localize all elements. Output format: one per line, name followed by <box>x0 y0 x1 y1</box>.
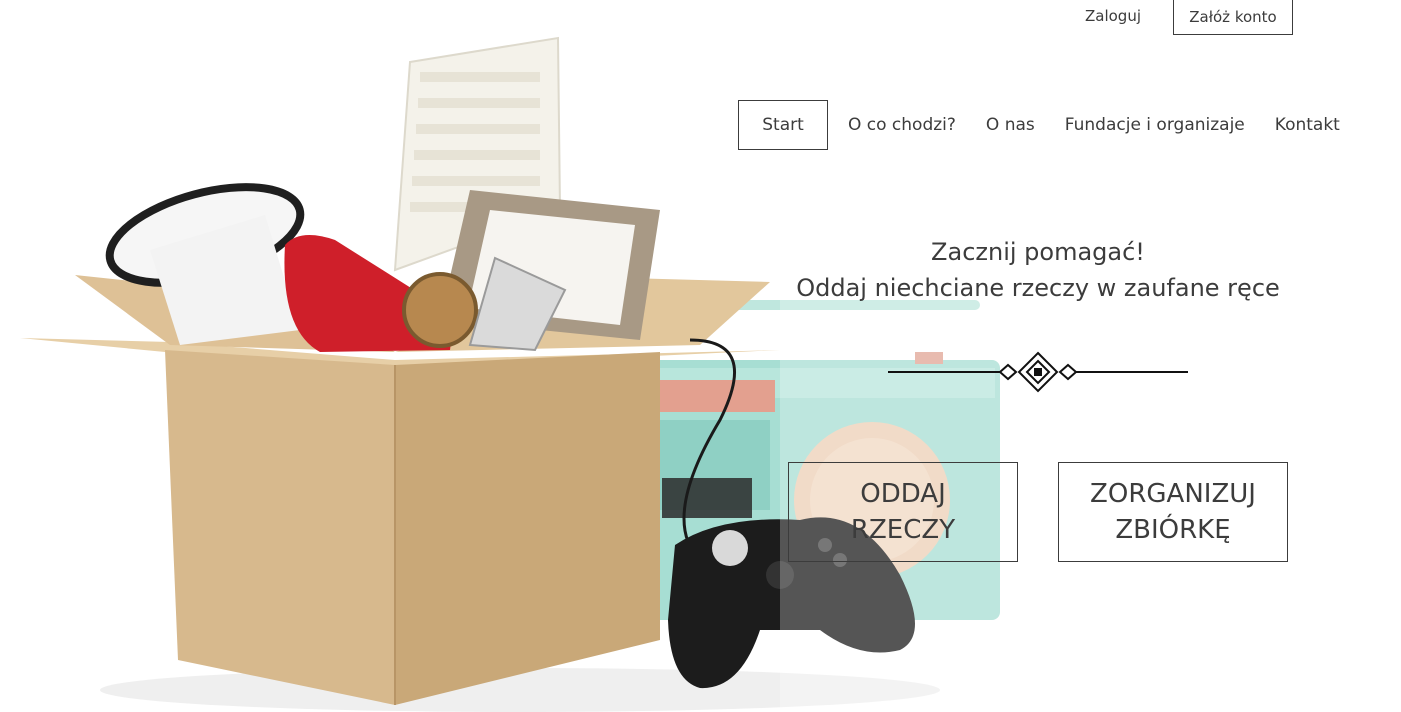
nav-item-about-us[interactable]: O nas <box>986 100 1035 150</box>
give-items-button[interactable]: ODDAJ RZECZY <box>788 462 1018 562</box>
nav-item-contact[interactable]: Kontakt <box>1275 100 1340 150</box>
headline-line-1: Zacznij pomagać! <box>931 238 1145 266</box>
nav-item-about-project[interactable]: O co chodzi? <box>848 100 956 150</box>
nav-item-foundations[interactable]: Fundacje i organizaje <box>1065 100 1245 150</box>
ornament-divider <box>888 351 1188 393</box>
headline-line-2: Oddaj niechciane rzeczy w zaufane ręce <box>796 274 1280 302</box>
compass <box>402 272 478 348</box>
organize-collection-button[interactable]: ZORGANIZUJ ZBIÓRKĘ <box>1058 462 1288 562</box>
hero-headline: Zacznij pomagać! Oddaj niechciane rzeczy… <box>788 234 1288 306</box>
megaphone <box>105 183 305 345</box>
auth-bar: Zaloguj Załóż konto <box>0 0 1401 40</box>
login-link[interactable]: Zaloguj <box>1068 0 1158 32</box>
register-button[interactable]: Załóż konto <box>1173 0 1293 35</box>
main-nav: Start O co chodzi? O nas Fundacje i orga… <box>738 100 1340 150</box>
nav-item-start[interactable]: Start <box>738 100 828 150</box>
